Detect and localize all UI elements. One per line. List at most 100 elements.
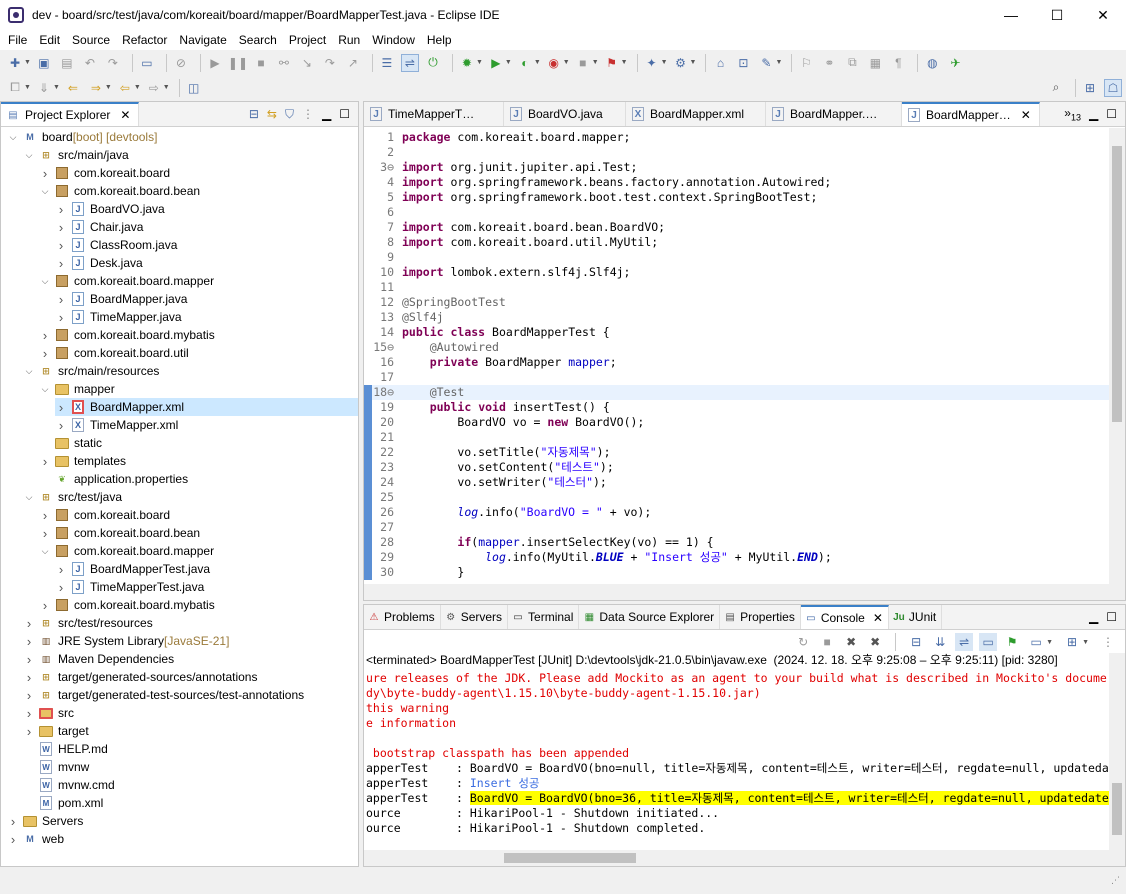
maximize-button[interactable]: ☐ [1034,0,1080,30]
menu-run[interactable]: Run [332,33,366,47]
tree-item[interactable]: › X TimeMapper.xml [55,416,178,434]
console-vertical-scrollbar[interactable] [1109,653,1125,866]
remove-launch-icon[interactable]: ✖ [842,633,860,651]
console-output[interactable]: ure releases of the JDK. Please add Mock… [364,671,1109,840]
tree-item[interactable]: › Servers [7,812,84,830]
display-console-icon[interactable]: ▭ [1027,633,1045,651]
tab-junit[interactable]: Ju JUnit [889,605,943,629]
stop-server-icon[interactable]: ■ [574,54,592,72]
collapsed-chevron-icon[interactable]: › [55,400,67,415]
menu-source[interactable]: Source [66,33,116,47]
minimize-view-icon[interactable]: ▁ [322,107,331,121]
tab-console[interactable]: ▭ Console ✕ [800,605,889,629]
console-horizontal-scrollbar[interactable] [364,850,1109,866]
editor-tab[interactable]: J BoardMapper.… [766,102,902,126]
tree-item[interactable]: ⌵ com.koreait.board.mapper [39,272,215,290]
tree-item[interactable]: ⌵ ⊞ src/test/java [23,488,122,506]
view-menu-icon[interactable]: ⋮ [302,107,314,121]
step-return-icon[interactable]: ↗ [344,54,362,72]
tree-item[interactable]: ⌵ com.koreait.board.mapper [39,542,215,560]
collapsed-chevron-icon[interactable]: › [39,166,51,181]
collapsed-chevron-icon[interactable]: › [55,220,67,235]
search-icon[interactable]: ⌕ [1047,79,1065,97]
java-ee-perspective-icon[interactable]: ☖ [1104,78,1122,97]
remove-all-launches-icon[interactable]: ✖ [866,633,884,651]
run-external-icon[interactable]: ◉ [545,54,563,72]
collapsed-chevron-icon[interactable]: › [55,202,67,217]
collapsed-chevron-icon[interactable]: › [39,328,51,343]
tree-item[interactable]: › J TimeMapperTest.java [55,578,204,596]
run-last-icon[interactable]: ✈ [946,54,964,72]
open-perspective-icon[interactable]: ⊞ [1081,79,1099,97]
collapsed-chevron-icon[interactable]: › [7,814,19,829]
collapsed-chevron-icon[interactable]: › [23,706,35,721]
collapsed-chevron-icon[interactable]: › [39,346,51,361]
close-icon[interactable]: ✕ [873,611,883,625]
collapsed-chevron-icon[interactable]: › [55,580,67,595]
collapsed-chevron-icon[interactable]: › [39,526,51,541]
menu-file[interactable]: File [2,33,33,47]
collapsed-chevron-icon[interactable]: › [55,238,67,253]
open-console-icon[interactable]: ⊞ [1063,633,1081,651]
link-with-editor-icon[interactable]: ⇆ [267,107,277,121]
expanded-chevron-icon[interactable]: ⌵ [39,276,51,287]
collapsed-chevron-icon[interactable]: › [55,418,67,433]
close-icon[interactable]: ✕ [120,108,130,122]
menu-edit[interactable]: Edit [33,33,66,47]
menu-help[interactable]: Help [421,33,458,47]
search-toolbar-icon[interactable]: ✎ [757,54,775,72]
terminate-icon[interactable]: ■ [252,54,270,72]
minimize-console-view-icon[interactable]: ▁ [1089,610,1098,624]
toggle-mark-icon[interactable]: ⚭ [820,54,838,72]
toggle-block-icon[interactable]: ☰ [378,54,396,72]
relaunch-icon[interactable]: ↻ [794,633,812,651]
tree-item[interactable]: › target [23,722,89,740]
close-icon[interactable]: ✕ [1021,108,1031,122]
new-spring-starter-icon[interactable]: ⚙ [672,54,690,72]
filter-icon[interactable]: ⛉ [285,107,294,122]
skip-breakpoints-icon[interactable]: ⊘ [172,54,190,72]
tree-item[interactable]: › J Desk.java [55,254,143,272]
debug-icon[interactable]: ✹ [458,54,476,72]
minimize-editor-icon[interactable]: ▁ [1089,107,1098,121]
open-task-icon[interactable]: ⊡ [734,54,752,72]
word-wrap-console-icon[interactable]: ⇌ [955,633,974,651]
run-icon[interactable]: ▶ [487,54,505,72]
tree-item[interactable]: › J TimeMapper.java [55,308,182,326]
expanded-chevron-icon[interactable]: ⌵ [39,546,51,557]
tree-item[interactable]: static [39,434,102,452]
show-on-output-icon[interactable]: ▭ [979,633,998,651]
tree-item[interactable]: › J ClassRoom.java [55,236,178,254]
tree-item[interactable]: › X BoardMapper.xml [55,398,358,416]
new-icon[interactable]: ✚ [6,54,24,72]
collapsed-chevron-icon[interactable]: › [39,508,51,523]
editor-tab[interactable]: J BoardMapper… ✕ [902,102,1040,126]
menu-search[interactable]: Search [233,33,283,47]
expanded-chevron-icon[interactable]: ⌵ [23,150,35,161]
coverage-icon[interactable]: ◐ [516,54,534,72]
collapsed-chevron-icon[interactable]: › [23,724,35,739]
editor-tab[interactable]: X BoardMapper.xml [626,102,766,126]
editor-tab[interactable]: J BoardVO.java [504,102,626,126]
collapsed-chevron-icon[interactable]: › [55,310,67,325]
collapsed-chevron-icon[interactable]: › [55,562,67,577]
expanded-chevron-icon[interactable]: ⌵ [39,384,51,395]
tree-item[interactable]: ⌵ ⊞ src/main/java [23,146,129,164]
tab-project-explorer[interactable]: ▤ Project Explorer ✕ [1,102,140,126]
tree-item[interactable]: › ▥ Maven Dependencies [23,650,174,668]
tree-item[interactable]: › ⊞ src/test/resources [23,614,153,632]
tree-item[interactable]: › templates [39,452,126,470]
globe-icon[interactable]: ◍ [923,54,941,72]
clear-console-icon[interactable]: ⊟ [907,633,925,651]
show-whitespace-icon[interactable]: ¶ [889,54,907,72]
new-class-wizard-icon[interactable]: ✦ [643,54,661,72]
tree-item[interactable]: Wmvnw [23,758,89,776]
menu-project[interactable]: Project [283,33,332,47]
next-annotation-icon[interactable]: ⇓ [35,79,53,97]
collapsed-chevron-icon[interactable]: › [23,670,35,685]
expanded-chevron-icon[interactable]: ⌵ [23,366,35,377]
expanded-chevron-icon[interactable]: ⌵ [39,186,51,197]
tree-item[interactable]: W HELP.md [23,740,108,758]
pin-console-icon[interactable]: ⚑ [1003,633,1021,651]
tab-data-source-explorer[interactable]: ▦ Data Source Explorer [579,605,721,629]
